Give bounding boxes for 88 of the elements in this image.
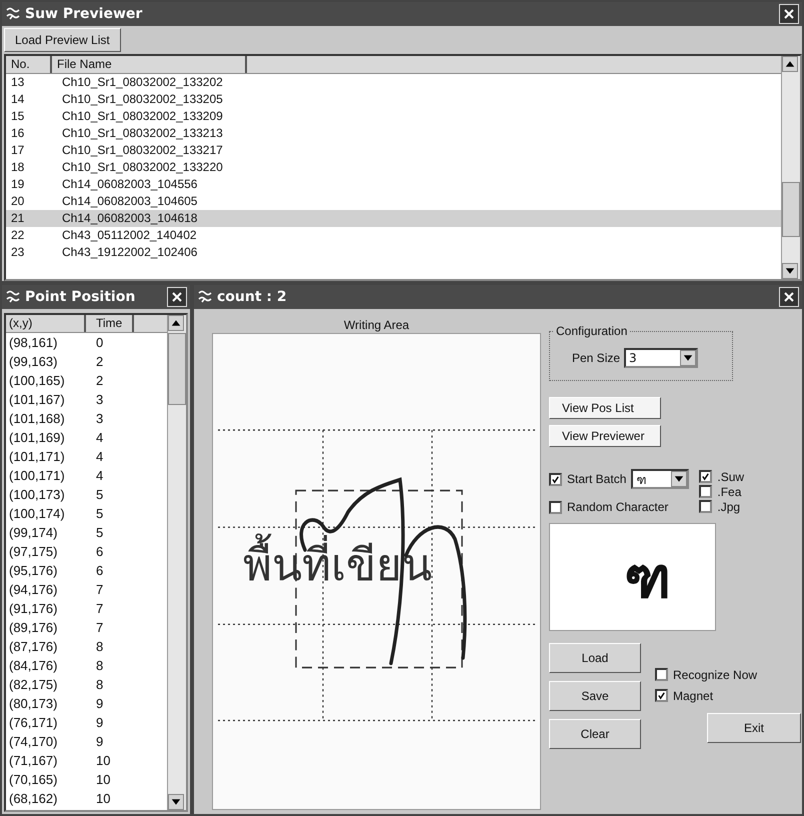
table-cell-text: 7 xyxy=(95,600,104,618)
exit-button[interactable]: Exit xyxy=(707,713,801,743)
checkbox-label: Magnet xyxy=(673,688,714,702)
table-cell-text: (101,171) xyxy=(8,448,66,466)
table-cell-text: 2 xyxy=(95,372,104,390)
action-button[interactable]: Clear xyxy=(549,719,641,749)
view-button[interactable]: View Previewer xyxy=(549,425,661,447)
checkbox-label: Random Character xyxy=(567,500,668,514)
pen-size-label: Pen Size xyxy=(572,351,620,365)
table-cell-text: 9 xyxy=(95,714,104,732)
table-cell-text: (100,173) xyxy=(8,486,66,504)
table-cell-text: (101,167) xyxy=(8,391,66,409)
file-list-row[interactable]: 14 Ch10_Sr1_08032002_133205 xyxy=(6,91,781,108)
table-cell-text: (82,175) xyxy=(8,676,58,694)
window-title: Suw Previewer xyxy=(25,6,144,22)
file-list-row[interactable]: 13 Ch10_Sr1_08032002_133202 xyxy=(6,74,781,91)
file-list-row[interactable]: 16 Ch10_Sr1_08032002_133213 xyxy=(6,125,781,142)
table-cell-text: (94,176) xyxy=(8,581,58,599)
column-header[interactable]: Time xyxy=(86,315,134,332)
column-header[interactable]: No. xyxy=(6,56,52,73)
table-cell-text: 5 xyxy=(95,486,104,504)
batch-character-dropdown[interactable]: ฑ xyxy=(631,469,690,489)
checkbox-label: .Fea xyxy=(717,484,742,498)
file-list-row[interactable]: 21 Ch14_06082003_104618 xyxy=(6,210,781,227)
table-cell-text: (70,165) xyxy=(8,771,58,789)
table-cell-text: 10 xyxy=(95,771,112,789)
table-cell-text: 6 xyxy=(95,562,104,580)
table-cell-text: (68,162) xyxy=(8,790,58,808)
table-cell-text: 9 xyxy=(95,695,104,713)
table-cell-text: 8 xyxy=(95,638,104,656)
file-list-row[interactable]: 23 Ch43_19122002_102406 xyxy=(6,244,781,261)
window-title: count : 2 xyxy=(217,289,288,305)
table-cell-text: (101,169) xyxy=(8,429,66,447)
table-cell-text: (99,163) xyxy=(8,353,58,371)
table-cell-text: (74,170) xyxy=(8,733,58,751)
group-label: Configuration xyxy=(554,324,630,338)
column-header[interactable]: File Name xyxy=(52,56,247,73)
table-cell-text: 0 xyxy=(95,334,104,352)
table-cell-text: (99,174) xyxy=(8,524,58,542)
table-cell-text: (97,175) xyxy=(8,543,58,561)
table-cell-text: 4 xyxy=(95,448,104,466)
table-cell-text: (98,161) xyxy=(8,334,58,352)
table-cell-text: (100,171) xyxy=(8,467,66,485)
table-cell-text: 8 xyxy=(95,676,104,694)
file-list-row[interactable]: 18 Ch10_Sr1_08032002_133220 xyxy=(6,159,781,176)
table-cell-text: (71,167) xyxy=(8,752,58,770)
table-cell-text: (84,176) xyxy=(8,657,58,675)
column-header[interactable]: (x,y) xyxy=(6,315,86,332)
checkbox-label: Recognize Now xyxy=(673,668,758,682)
table-cell-text: (87,176) xyxy=(8,638,58,656)
table-cell-text: 6 xyxy=(95,543,104,561)
table-cell-text: 3 xyxy=(95,391,104,409)
table-cell-text: (91,176) xyxy=(8,600,58,618)
table-cell-text: (95,176) xyxy=(8,562,58,580)
checkbox-label: .Jpg xyxy=(717,500,740,514)
table-cell-text: (101,168) xyxy=(8,410,66,428)
table-cell-text: (80,173) xyxy=(8,695,58,713)
file-list-row[interactable]: 17 Ch10_Sr1_08032002_133217 xyxy=(6,142,781,159)
group-label: Writing Area xyxy=(344,317,410,333)
table-cell-text: (76,171) xyxy=(8,714,58,732)
table-cell-text: (100,165) xyxy=(8,372,66,390)
table-cell-text: 4 xyxy=(95,467,104,485)
table-cell-text: 7 xyxy=(95,581,104,599)
file-list-row[interactable]: 15 Ch10_Sr1_08032002_133209 xyxy=(6,108,781,125)
table-cell-text: (89,176) xyxy=(8,619,58,637)
table-cell-text: 9 xyxy=(95,733,104,751)
load-preview-list-button[interactable]: Load Preview List xyxy=(4,28,121,52)
file-list-row[interactable]: 22 Ch43_05112002_140402 xyxy=(6,227,781,244)
table-cell-text: (100,174) xyxy=(8,505,66,523)
checkbox-label: .Suw xyxy=(717,470,744,484)
action-button[interactable]: Save xyxy=(549,681,641,711)
window-title: Point Position xyxy=(25,289,136,305)
table-cell-text: 7 xyxy=(95,619,104,637)
table-cell-text: 10 xyxy=(95,752,112,770)
view-button[interactable]: View Pos List xyxy=(549,397,661,419)
table-cell-text: 4 xyxy=(95,429,104,447)
table-cell-text: 10 xyxy=(95,790,112,808)
file-list-row[interactable]: 20 Ch14_06082003_104605 xyxy=(6,193,781,210)
table-cell-text: 3 xyxy=(95,410,104,428)
checkbox-label: Start Batch xyxy=(567,472,626,486)
pen-size-dropdown[interactable]: 3 xyxy=(624,348,698,368)
file-list-row[interactable]: 19 Ch14_06082003_104556 xyxy=(6,176,781,193)
preview-character: ฑ xyxy=(624,544,670,612)
table-cell-text: 5 xyxy=(95,505,104,523)
action-button[interactable]: Load xyxy=(549,643,641,673)
table-cell-text: 8 xyxy=(95,657,104,675)
table-cell-text: 5 xyxy=(95,524,104,542)
table-cell-text: 2 xyxy=(95,353,104,371)
